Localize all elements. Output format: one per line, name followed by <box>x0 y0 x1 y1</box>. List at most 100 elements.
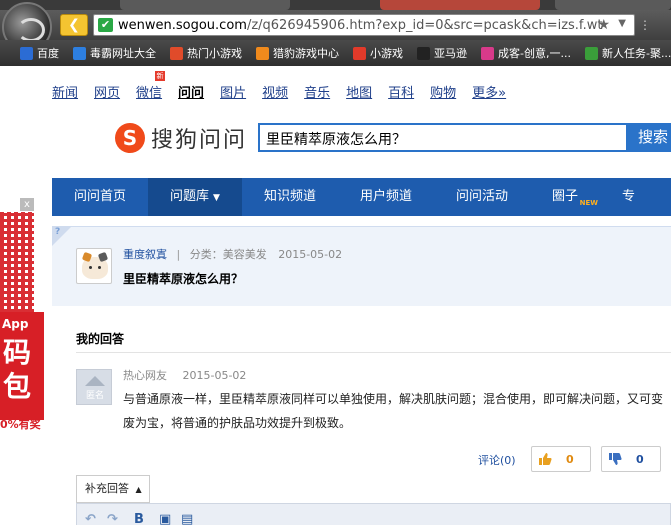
caret-down-icon: ▼ <box>213 193 220 203</box>
vertical-link[interactable]: 图片 <box>220 82 246 101</box>
ad-big-char: 码 <box>3 336 32 369</box>
bookmark-label: 百度 <box>37 47 59 60</box>
nav-item[interactable]: 用户频道 <box>338 178 434 216</box>
downvote-button[interactable]: 0 <box>601 446 661 472</box>
bookmark-item[interactable]: 百度 <box>20 45 59 61</box>
vertical-link[interactable]: 视频 <box>262 82 288 101</box>
cat-ear <box>97 251 109 263</box>
nav-item[interactable]: 问问活动 <box>434 178 530 216</box>
image-placeholder-icon <box>85 376 105 386</box>
browser-toolbar: ❮ ✔ wenwen.sogou.com/z/q626945906.htm?ex… <box>0 2 671 52</box>
address-bar[interactable]: ✔ wenwen.sogou.com/z/q626945906.htm?exp_… <box>93 14 635 36</box>
bookmark-label: 成客-创意,一... <box>498 47 571 60</box>
bookmark-label: 热门小游戏 <box>187 47 242 60</box>
url-text: wenwen.sogou.com/z/q626945906.htm?exp_id… <box>118 18 603 33</box>
check-icon: ✔ <box>98 18 113 32</box>
bookmark-label: 毒霸网址大全 <box>90 47 156 60</box>
sogou-logo[interactable]: S 搜狗问问 <box>115 122 247 154</box>
redo-icon[interactable]: ↷ <box>107 512 118 525</box>
vertical-link[interactable]: 更多» <box>472 82 506 101</box>
nav-item-label: 问问首页 <box>74 189 127 204</box>
upvote-button[interactable]: 0 <box>531 446 591 472</box>
nav-item[interactable]: 问题库 ▼ <box>148 178 242 216</box>
question-date: 2015-05-02 <box>278 248 343 261</box>
vertical-link[interactable]: 新闻 <box>52 82 78 101</box>
nav-item[interactable]: 专 <box>600 178 657 216</box>
paw-icon <box>20 46 33 60</box>
ad-app-label: App <box>2 317 29 331</box>
back-arrow-icon: ❮ <box>68 17 80 33</box>
avatar-label: 匿名 <box>85 391 104 401</box>
side-ad[interactable]: App 码 包 0%有奖 <box>0 212 44 432</box>
more-icon[interactable]: ⋮ <box>639 18 651 32</box>
comment-link[interactable]: 评论(0) <box>478 452 516 468</box>
answer-date: 2015-05-02 <box>182 369 247 382</box>
question-card <box>52 226 671 306</box>
nav-item-label: 圈子 <box>552 189 579 204</box>
bookmark-item[interactable]: 小游戏 <box>353 45 403 61</box>
nav-item-label: 专 <box>622 189 636 204</box>
bookmark-item[interactable]: 新人任务-聚... <box>584 45 671 61</box>
avatar[interactable] <box>76 248 112 284</box>
browser-tab[interactable] <box>120 0 290 10</box>
thumbs-down-icon <box>609 453 622 465</box>
bookmark-item[interactable]: 成客-创意,一... <box>481 45 571 61</box>
browser-tab[interactable] <box>380 0 540 10</box>
star-icon[interactable]: ★ <box>597 17 610 33</box>
k-icon <box>73 46 86 60</box>
bookmark-item[interactable]: 亚马逊 <box>417 45 467 61</box>
question-category[interactable]: 分类：美容美发 <box>190 248 267 261</box>
new-badge: 新 <box>155 71 165 81</box>
sogou-logo-mark: S <box>115 123 145 153</box>
vertical-link[interactable]: 百科 <box>388 82 414 101</box>
nav-item-label: 知识频道 <box>263 189 316 204</box>
vertical-link[interactable]: 音乐 <box>304 82 330 101</box>
upvote-count: 0 <box>566 452 574 466</box>
image-icon[interactable]: ▣ <box>159 512 171 525</box>
bookmark-item[interactable]: 猎豹游戏中心 <box>256 45 339 61</box>
table-icon[interactable]: ▤ <box>181 512 193 525</box>
bold-icon[interactable]: B <box>134 512 144 525</box>
search-button[interactable]: 搜索 <box>628 123 671 152</box>
nav-item[interactable]: 问问首页 <box>52 178 148 216</box>
question-title: 里臣精萃原液怎么用？ <box>123 272 244 286</box>
ad-big-char: 包 <box>3 370 32 403</box>
vertical-link[interactable]: 问问 <box>178 82 204 101</box>
qr-code <box>0 212 34 312</box>
bookmark-label: 猎豹游戏中心 <box>273 47 339 60</box>
gamepad-icon <box>256 46 269 60</box>
supplement-answer-button[interactable]: 补充回答 ▲ <box>76 475 150 503</box>
chevron-down-icon[interactable]: ▼ <box>618 18 626 29</box>
search-input[interactable]: 里臣精萃原液怎么用？ <box>258 123 628 152</box>
nav-item-label: 用户频道 <box>359 189 412 204</box>
grid-icon <box>584 46 598 60</box>
main-nav: 问问首页 问题库 ▼ 知识频道 用户频道 问问活动 圈子 NEW 专 <box>52 178 671 216</box>
fire-icon <box>353 46 366 60</box>
back-button[interactable]: ❮ <box>60 14 88 36</box>
question-mark-icon: ? <box>55 227 61 237</box>
vertical-link[interactable]: 购物 <box>430 82 456 101</box>
vertical-link[interactable]: 微信 <box>136 82 162 101</box>
editor-toolbar: ↶ ↷ B ▣ ▤ <box>76 503 671 525</box>
bookmark-item[interactable]: 热门小游戏 <box>170 45 242 61</box>
asker-link[interactable]: 重度叙寘 <box>123 248 167 261</box>
meta-separator: | <box>176 248 181 261</box>
ad-banner: App 码 包 <box>0 312 44 420</box>
amazon-icon <box>417 46 430 60</box>
vertical-link[interactable]: 网页 <box>94 82 120 101</box>
cat-eye <box>89 266 92 269</box>
browser-tab[interactable] <box>555 0 671 10</box>
vertical-link[interactable]: 地图 <box>346 82 372 101</box>
new-tag: NEW <box>579 199 599 207</box>
bookmark-item[interactable]: 毒霸网址大全 <box>73 45 156 61</box>
answer-meta: 热心网友 2015-05-02 <box>123 367 246 383</box>
supplement-label: 补充回答 <box>85 482 129 495</box>
nav-item[interactable]: 知识频道 <box>242 178 338 216</box>
sogou-logo-name: 搜狗问问 <box>151 128 248 153</box>
heart-icon <box>481 46 494 60</box>
ad-close-button[interactable]: x <box>20 198 34 211</box>
undo-icon[interactable]: ↶ <box>85 512 96 525</box>
book-icon <box>170 46 183 60</box>
nav-item[interactable]: 圈子 NEW <box>530 178 600 216</box>
nav-item-label: 问题库 <box>170 189 210 204</box>
